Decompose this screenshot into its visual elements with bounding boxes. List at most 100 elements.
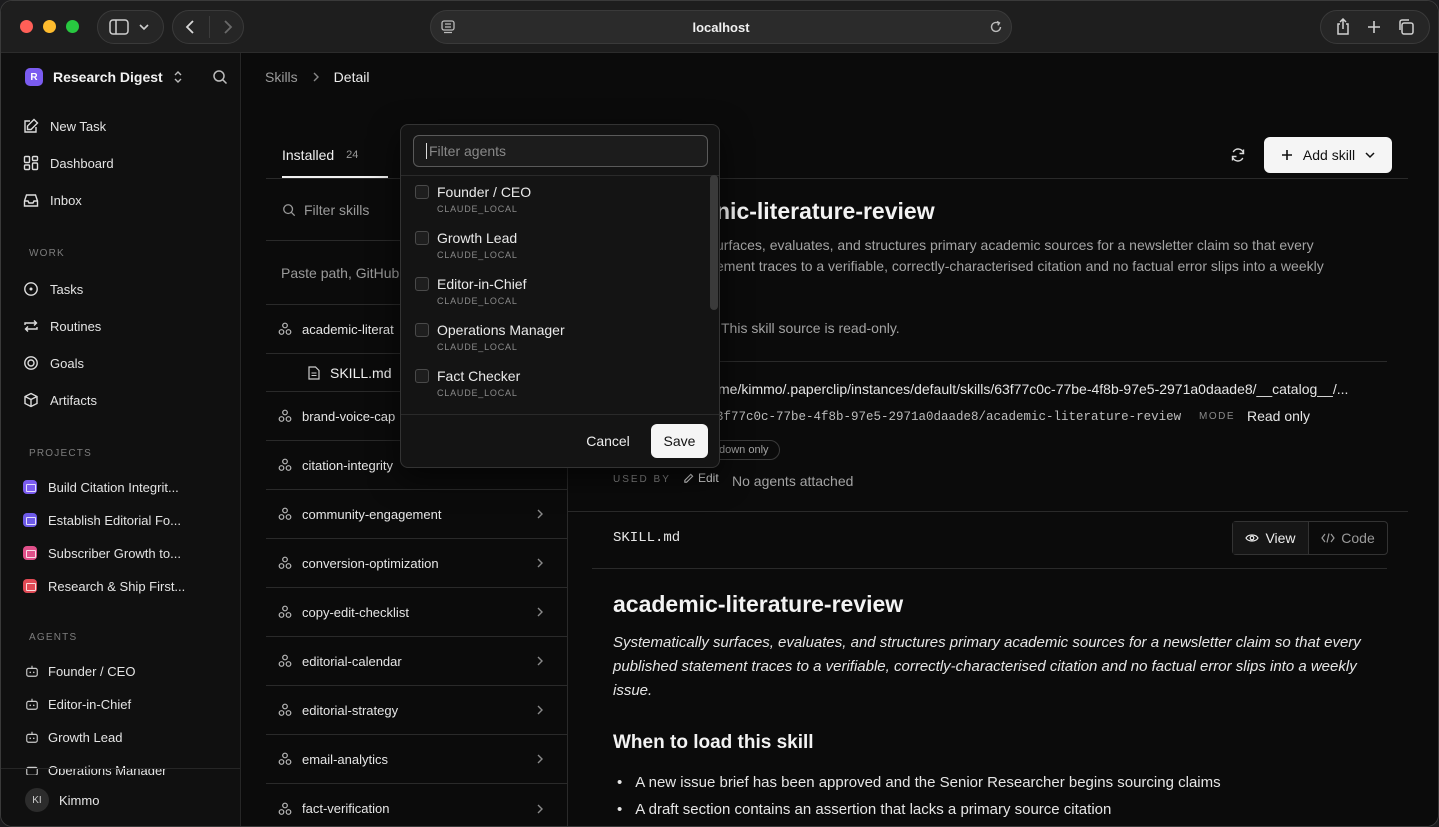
mode-value: Read only <box>1247 408 1311 424</box>
sidebar-toggle-group[interactable] <box>97 10 164 44</box>
inbox-icon <box>23 194 39 207</box>
markdown-list-text: A new issue brief has been approved and … <box>635 774 1221 791</box>
tab-installed-count: 24 <box>346 149 359 161</box>
minimize-window-button[interactable] <box>43 20 56 33</box>
search-icon[interactable] <box>212 69 228 85</box>
nav-artifacts[interactable]: Artifacts <box>23 387 97 413</box>
view-button[interactable]: View <box>1233 522 1309 554</box>
code-button[interactable]: Code <box>1309 522 1387 554</box>
breadcrumb-skills[interactable]: Skills <box>265 69 298 85</box>
bot-icon <box>26 766 38 775</box>
agent-option[interactable]: Founder / CEO CLAUDE_LOCAL <box>413 178 703 222</box>
skill-item[interactable]: email-analytics <box>266 735 568 784</box>
reader-icon[interactable] <box>441 20 455 34</box>
agent-item[interactable]: Growth Lead <box>25 724 122 750</box>
tab-installed-label: Installed <box>282 147 335 163</box>
view-label: View <box>1265 530 1296 546</box>
skill-title: nic-literature-review <box>716 198 935 224</box>
tab-overview-icon[interactable] <box>1397 18 1415 36</box>
agent-option-name: Growth Lead <box>437 230 518 246</box>
project-label: Establish Editorial Fo... <box>48 512 181 528</box>
project-item[interactable]: Establish Editorial Fo... <box>23 507 181 533</box>
nav-dashboard[interactable]: Dashboard <box>23 150 114 176</box>
zoom-window-button[interactable] <box>66 20 79 33</box>
markdown-list-text: A draft section contains an assertion th… <box>635 801 1112 818</box>
project-color-icon <box>23 480 37 494</box>
filter-agents-input[interactable]: Filter agents <box>413 135 708 167</box>
edit-icon <box>24 118 39 133</box>
close-window-button[interactable] <box>20 20 33 33</box>
project-label: Build Citation Integrit... <box>48 479 179 495</box>
markdown-title: academic-literature-review <box>613 591 904 617</box>
refresh-icon[interactable] <box>1230 147 1246 163</box>
skill-item[interactable]: editorial-calendar <box>266 637 568 686</box>
agent-option[interactable]: Fact Checker CLAUDE_LOCAL <box>413 362 703 406</box>
save-button[interactable]: Save <box>651 424 708 458</box>
window-actions-group <box>1320 10 1430 44</box>
agent-picker-popover: Filter agents Founder / CEO CLAUDE_LOCAL… <box>400 124 720 468</box>
agent-option[interactable]: Growth Lead CLAUDE_LOCAL <box>413 224 703 268</box>
cancel-button[interactable]: Cancel <box>573 424 643 458</box>
skill-item[interactable]: fact-verification <box>266 784 568 826</box>
chevron-down-icon[interactable] <box>139 23 149 31</box>
agent-checkbox[interactable] <box>415 369 429 383</box>
circle-dot-icon <box>24 282 38 296</box>
nav-new-task[interactable]: New Task <box>23 113 106 139</box>
target-icon <box>24 356 38 370</box>
nav-tasks[interactable]: Tasks <box>23 276 83 302</box>
project-color-icon <box>23 513 37 527</box>
back-icon[interactable] <box>185 19 195 35</box>
skill-item[interactable]: copy-edit-checklist <box>266 588 568 637</box>
nav-routines[interactable]: Routines <box>23 313 101 339</box>
agent-item[interactable]: Founder / CEO <box>25 658 135 684</box>
workspace-switcher[interactable]: R Research Digest <box>25 68 183 86</box>
work-section-title: WORK <box>29 248 65 259</box>
address-bar[interactable]: localhost <box>430 10 1012 44</box>
agent-checkbox[interactable] <box>415 185 429 199</box>
reload-icon[interactable] <box>989 20 1003 34</box>
file-icon <box>308 365 320 380</box>
skill-item[interactable]: editorial-strategy <box>266 686 568 735</box>
share-icon[interactable] <box>1335 18 1351 36</box>
edit-agents-button[interactable]: Edit <box>683 471 719 485</box>
popup-scrollbar[interactable] <box>710 175 718 310</box>
text-cursor <box>426 143 427 159</box>
skill-name: fact-verification <box>302 801 390 816</box>
agent-label: Founder / CEO <box>48 663 136 679</box>
projects-section-title: PROJECTS <box>29 448 92 459</box>
nav-inbox[interactable]: Inbox <box>23 187 82 213</box>
markdown-intro: Systematically surfaces, evaluates, and … <box>613 634 1361 699</box>
skill-icon <box>278 654 292 667</box>
add-skill-button[interactable]: Add skill <box>1264 137 1392 173</box>
address-text: localhost <box>692 19 750 35</box>
nav-goals[interactable]: Goals <box>23 350 84 376</box>
skill-item[interactable]: conversion-optimization <box>266 539 568 588</box>
new-tab-icon[interactable] <box>1366 19 1382 35</box>
agent-option[interactable]: Operations Manager CLAUDE_LOCAL <box>413 316 703 360</box>
agent-checkbox[interactable] <box>415 323 429 337</box>
repeat-icon <box>24 320 38 332</box>
chevron-right-icon <box>537 754 543 764</box>
add-skill-label: Add skill <box>1302 147 1356 163</box>
skill-name: email-analytics <box>302 751 388 767</box>
workspace-name: Research Digest <box>53 69 163 85</box>
project-item[interactable]: Research & Ship First... <box>23 573 185 599</box>
agent-checkbox[interactable] <box>415 231 429 245</box>
skill-icon <box>278 703 292 716</box>
nav-dashboard-label: Dashboard <box>50 155 114 171</box>
chevron-right-icon <box>537 558 543 568</box>
project-item[interactable]: Subscriber Growth to... <box>23 540 181 566</box>
agent-checkbox[interactable] <box>415 277 429 291</box>
forward-icon[interactable] <box>223 19 233 35</box>
project-item[interactable]: Build Citation Integrit... <box>23 474 179 500</box>
dashboard-icon <box>23 155 39 171</box>
tab-installed[interactable]: Installed 24 <box>282 147 358 163</box>
agent-item[interactable]: Editor-in-Chief <box>25 691 131 717</box>
skill-item[interactable]: community-engagement <box>266 490 568 539</box>
sidebar-icon[interactable] <box>109 19 129 35</box>
markdown-list: • A new issue brief has been approved and… <box>617 769 1221 823</box>
skill-icon <box>278 507 292 520</box>
user-menu[interactable]: KI Kimmo <box>25 788 99 812</box>
user-name: Kimmo <box>59 792 100 808</box>
agent-option[interactable]: Editor-in-Chief CLAUDE_LOCAL <box>413 270 703 314</box>
